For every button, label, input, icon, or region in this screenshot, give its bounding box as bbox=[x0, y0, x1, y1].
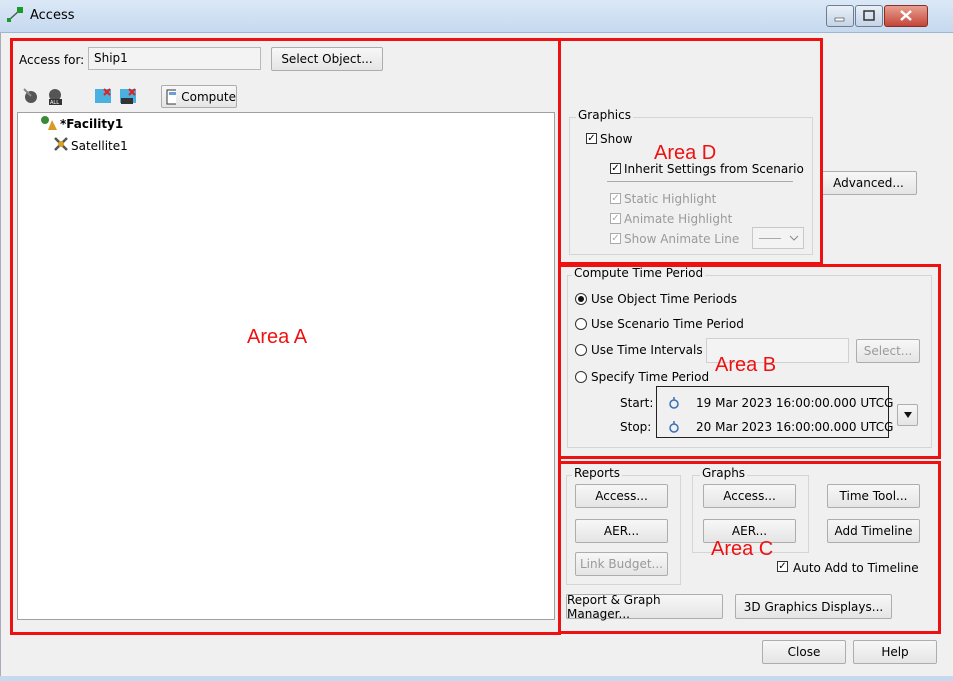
area-a-label: Area A bbox=[247, 326, 308, 348]
close-button[interactable]: Close bbox=[762, 640, 846, 664]
help-button[interactable]: Help bbox=[853, 640, 937, 664]
area-d-label: Area D bbox=[654, 142, 717, 164]
window-title: Access bbox=[30, 8, 75, 23]
minimize-icon bbox=[834, 17, 845, 22]
area-c-label: Area C bbox=[711, 538, 774, 560]
maximize-icon bbox=[863, 10, 875, 21]
minimize-button[interactable] bbox=[826, 5, 854, 27]
access-app-icon bbox=[6, 6, 24, 24]
close-icon bbox=[900, 10, 912, 21]
area-b-label: Area B bbox=[715, 354, 777, 376]
window-close-button[interactable] bbox=[884, 5, 928, 27]
advanced-button[interactable]: Advanced... bbox=[820, 171, 917, 195]
title-bar bbox=[0, 0, 953, 33]
maximize-button[interactable] bbox=[855, 5, 883, 27]
window-bottom-border bbox=[0, 676, 953, 681]
